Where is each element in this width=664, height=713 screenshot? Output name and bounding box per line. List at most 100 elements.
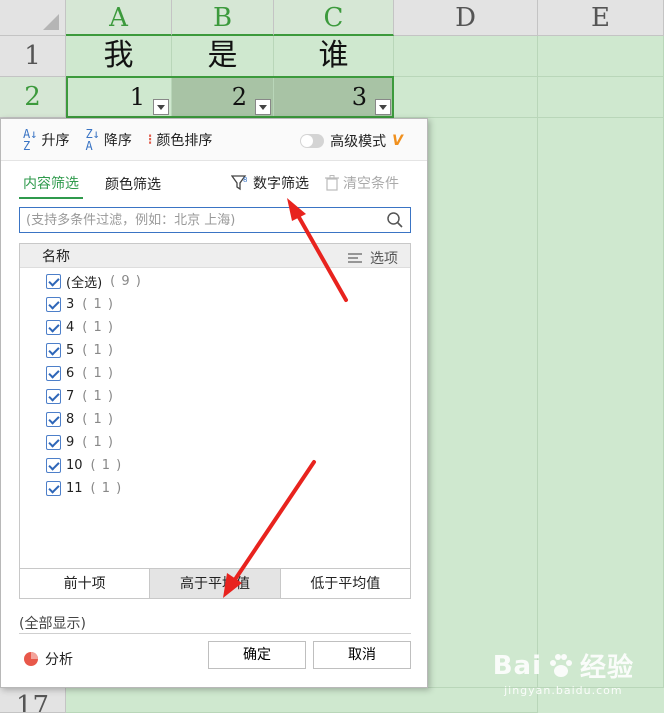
top-ten-button[interactable]: 前十项 — [20, 569, 151, 598]
clear-conditions-button[interactable]: 清空条件 — [325, 173, 399, 193]
number-filter-button[interactable]: 8 数字筛选 — [231, 173, 309, 193]
cell-d1[interactable] — [394, 36, 538, 77]
row-header-2[interactable]: 2 — [0, 77, 66, 118]
tab-color-filter[interactable]: 颜色筛选 — [101, 174, 165, 198]
row-header-17[interactable]: 17 — [0, 688, 66, 713]
baidu-watermark: Bai 经验 jingyan.baidu.com — [492, 647, 634, 698]
item-count: ( 1 ) — [90, 458, 123, 473]
checkbox[interactable] — [46, 274, 61, 289]
advanced-mode-label: 高级模式 — [330, 134, 387, 150]
color-sort-icon: ⁝ — [147, 131, 153, 148]
analyze-button[interactable]: 分析 — [23, 649, 73, 669]
item-count: ( 1 ) — [82, 389, 114, 404]
list-item[interactable]: 10 ( 1 ) — [20, 454, 410, 477]
funnel-icon: 8 — [231, 175, 247, 191]
grid-area-e — [538, 118, 664, 688]
item-count: ( 1 ) — [90, 481, 123, 496]
color-sort-button[interactable]: ⁝ 颜色排序 — [148, 130, 212, 150]
sort-toolbar: A↓ Z 升序 Z↓ A 降序 ⁝ 颜色排序 高级模式 V — [1, 119, 427, 161]
cell-d2[interactable] — [394, 77, 538, 118]
show-all-link[interactable]: (全部显示) — [19, 613, 86, 633]
value-items: (全选) ( 9 ) 3 ( 1 ) 4 ( 1 ) 5 ( 1 ) 6 ( 1 ) 7 (… — [20, 268, 410, 500]
column-header-d[interactable]: D — [394, 0, 538, 36]
column-header-e[interactable]: E — [538, 0, 664, 36]
options-icon — [348, 253, 362, 263]
checkbox[interactable] — [46, 389, 61, 404]
ok-button[interactable]: 确定 — [208, 641, 306, 669]
list-item[interactable]: 8 ( 1 ) — [20, 408, 410, 431]
item-label: 11 — [66, 481, 83, 496]
checkbox[interactable] — [46, 412, 61, 427]
filter-tabs: 内容筛选 颜色筛选 8 数字筛选 清空条件 — [19, 173, 419, 199]
checkbox[interactable] — [46, 320, 61, 335]
list-item[interactable]: 4 ( 1 ) — [20, 316, 410, 339]
list-item[interactable]: 3 ( 1 ) — [20, 293, 410, 316]
item-count: ( 1 ) — [82, 343, 114, 358]
cell-e1[interactable] — [538, 36, 664, 77]
item-label: 8 — [66, 412, 75, 427]
cell-c2[interactable]: 3 — [274, 77, 394, 118]
item-count: ( 1 ) — [82, 297, 114, 312]
column-header-c[interactable]: C — [274, 0, 394, 36]
list-item[interactable]: 7 ( 1 ) — [20, 385, 410, 408]
svg-text:8: 8 — [243, 176, 247, 184]
tab-content-filter[interactable]: 内容筛选 — [19, 173, 83, 199]
list-header: 名称 选项 — [20, 244, 410, 268]
column-header-a[interactable]: A — [66, 0, 172, 36]
item-label: 7 — [66, 389, 75, 404]
options-label: 选项 — [370, 251, 398, 267]
cell-a1[interactable]: 我 — [66, 36, 172, 77]
checkbox[interactable] — [46, 435, 61, 450]
sort-descending-icon: Z↓ A — [85, 126, 100, 153]
analyze-label: 分析 — [45, 652, 73, 668]
cell-b1[interactable]: 是 — [172, 36, 274, 77]
item-label: 5 — [66, 343, 75, 358]
list-item-select-all[interactable]: (全选) ( 9 ) — [20, 270, 410, 293]
row-17-cells — [66, 688, 538, 713]
value-list: 名称 选项 (全选) ( 9 ) 3 ( 1 ) 4 ( 1 ) 5 ( 1 ) 6 ( … — [19, 243, 411, 599]
row-header-1[interactable]: 1 — [0, 36, 66, 77]
above-average-button[interactable]: 高于平均值 — [150, 569, 281, 598]
item-count: ( 1 ) — [82, 366, 114, 381]
list-item[interactable]: 9 ( 1 ) — [20, 431, 410, 454]
filter-dropdown-c[interactable] — [375, 99, 391, 115]
item-label: 10 — [66, 458, 83, 473]
divider — [19, 633, 411, 634]
sort-ascending-label: 升序 — [41, 132, 70, 149]
pie-chart-icon — [24, 652, 38, 666]
advanced-mode[interactable]: 高级模式 V — [300, 131, 403, 151]
watermark-url: jingyan.baidu.com — [504, 684, 623, 697]
filter-dropdown-a[interactable] — [153, 99, 169, 115]
item-count: ( 1 ) — [82, 320, 114, 335]
sort-descending-button[interactable]: Z↓ A 降序 — [85, 128, 131, 152]
watermark-brand-left: Bai — [492, 650, 542, 681]
select-all-corner[interactable] — [0, 0, 66, 36]
checkbox[interactable] — [46, 343, 61, 358]
sort-ascending-button[interactable]: A↓ Z 升序 — [23, 128, 69, 152]
list-item[interactable]: 11 ( 1 ) — [20, 477, 410, 500]
item-label: 3 — [66, 297, 75, 312]
filter-dropdown-b[interactable] — [255, 99, 271, 115]
advanced-mode-toggle[interactable] — [300, 134, 325, 148]
checkbox[interactable] — [46, 481, 61, 496]
list-header-label: 名称 — [42, 248, 70, 265]
list-item[interactable]: 6 ( 1 ) — [20, 362, 410, 385]
list-item[interactable]: 5 ( 1 ) — [20, 339, 410, 362]
cell-b2[interactable]: 2 — [172, 77, 274, 118]
clear-conditions-label: 清空条件 — [343, 176, 399, 192]
search-input[interactable] — [26, 209, 386, 231]
checkbox[interactable] — [46, 297, 61, 312]
checkbox[interactable] — [46, 458, 61, 473]
item-label: 4 — [66, 320, 75, 335]
cell-e2[interactable] — [538, 77, 664, 118]
options-button[interactable]: 选项 — [348, 248, 398, 268]
cell-c1[interactable]: 谁 — [274, 36, 394, 77]
item-label: (全选) — [66, 276, 103, 291]
item-count: ( 1 ) — [82, 435, 114, 450]
cell-a2[interactable]: 1 — [66, 77, 172, 118]
below-average-button[interactable]: 低于平均值 — [280, 569, 410, 598]
search-icon[interactable] — [386, 211, 404, 229]
column-header-b[interactable]: B — [172, 0, 274, 36]
cancel-button[interactable]: 取消 — [313, 641, 411, 669]
checkbox[interactable] — [46, 366, 61, 381]
